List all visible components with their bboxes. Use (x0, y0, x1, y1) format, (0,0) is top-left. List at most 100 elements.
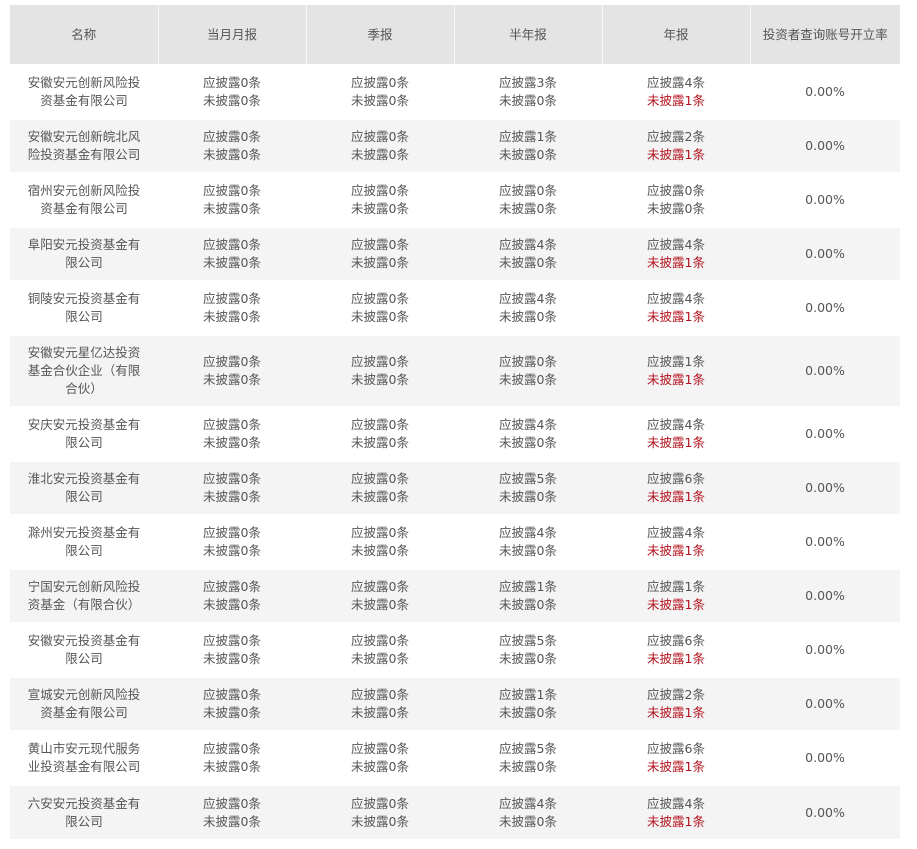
required-disclosure-count: 应披露0条 (203, 579, 261, 594)
monthly-cell: 应披露0条 未披露0条 (158, 118, 306, 173)
annual-cell: 应披露4条 未披露1条 (602, 784, 750, 839)
undisclosed-count: 未披露0条 (203, 309, 261, 324)
monthly-cell: 应披露0条未披露0条 (158, 64, 306, 119)
table-row: 淮北安元投资基金有限公司 应披露0条 未披露0条 应披露0条 未披露0条 应披露5条 未披露… (10, 460, 900, 515)
fund-name-cell: 安庆安元投资基金有限公司 (10, 406, 158, 461)
required-disclosure-count: 应披露6条 (647, 471, 705, 486)
undisclosed-count: 未披露0条 (203, 93, 261, 108)
required-disclosure-count: 应披露0条 (351, 741, 409, 756)
undisclosed-count: 未披露1条 (647, 705, 705, 720)
fund-name-cell: 安徽安元创新风险投资基金有限公司 (10, 64, 158, 119)
required-disclosure-count: 应披露6条 (647, 633, 705, 648)
required-disclosure-count: 应披露4条 (647, 417, 705, 432)
undisclosed-count: 未披露0条 (351, 309, 409, 324)
undisclosed-count: 未披露0条 (203, 759, 261, 774)
undisclosed-count: 未披露0条 (203, 543, 261, 558)
account-rate-cell: 0.00% (750, 730, 900, 785)
required-disclosure-count: 应披露6条 (647, 741, 705, 756)
fund-name-cell: 黄山市安元现代服务业投资基金有限公司 (10, 730, 158, 785)
required-disclosure-count: 应披露2条 (647, 129, 705, 144)
undisclosed-count: 未披露1条 (647, 813, 705, 829)
account-rate-cell: 0.00% (750, 784, 900, 839)
undisclosed-count: 未披露0条 (499, 309, 557, 324)
annual-cell: 应披露4条 未披露1条 (602, 226, 750, 281)
undisclosed-count: 未披露1条 (647, 435, 705, 450)
quarterly-cell: 应披露0条 未披露0条 (306, 118, 454, 173)
undisclosed-count: 未披露0条 (203, 201, 261, 216)
undisclosed-count: 未披露1条 (647, 543, 705, 558)
fund-name-cell: 宁国安元创新风险投资基金（有限合伙） (10, 568, 158, 623)
annual-cell: 应披露6条 未披露1条 (602, 730, 750, 785)
required-disclosure-count: 应披露5条 (499, 471, 557, 486)
annual-cell: 应披露6条 未披露1条 (602, 622, 750, 677)
annual-cell: 应披露4条 未披露1条 (602, 64, 750, 119)
half-year-cell: 应披露4条未披露0条 (454, 226, 602, 281)
table-row: 铜陵安元投资基金有限公司 应披露0条 未披露0条 应披露0条 未披露0条 应披露4条 未披露… (10, 280, 900, 335)
required-disclosure-count: 应披露0条 (351, 471, 409, 486)
fund-name-cell: 滁州安元投资基金有限公司 (10, 514, 158, 569)
required-disclosure-count: 应披露0条 (351, 579, 409, 594)
undisclosed-count: 未披露0条 (647, 201, 705, 216)
header-half-year: 半年报 (454, 5, 603, 65)
undisclosed-count: 未披露0条 (203, 651, 261, 666)
table-row: 安徽安元创新皖北风险投资基金有限公司 应披露0条 未披露0条 应披露0条 未披露0条 应披… (10, 118, 900, 173)
header-quarterly: 季报 (306, 5, 455, 65)
half-year-cell: 应披露1条 未披露0条 (454, 118, 602, 173)
header-annual: 年报 (602, 5, 751, 65)
undisclosed-count: 未披露0条 (351, 543, 409, 558)
half-year-cell: 应披露5条 未披露0条 (454, 460, 602, 515)
undisclosed-count: 未披露0条 (499, 372, 557, 387)
required-disclosure-count: 应披露1条 (647, 354, 705, 369)
required-disclosure-count: 应披露0条 (203, 354, 261, 369)
undisclosed-count: 未披露0条 (351, 147, 409, 162)
required-disclosure-count: 应披露0条 (351, 525, 409, 540)
account-rate-cell: 0.00% (750, 280, 900, 335)
quarterly-cell: 应披露0条 未披露0条 (306, 226, 454, 281)
fund-name-cell: 铜陵安元投资基金有限公司 (10, 280, 158, 335)
monthly-cell: 应披露0条 未披露0条 (158, 334, 306, 407)
required-disclosure-count: 应披露2条 (647, 687, 705, 702)
undisclosed-count: 未披露0条 (351, 372, 409, 387)
required-disclosure-count: 应披露0条 (351, 417, 409, 432)
fund-name-cell: 安徽安元投资基金有限公司 (10, 622, 158, 677)
table-header-row: 名称 当月月报 季报 半年报 年报 投资者查询账号开立率 (10, 5, 900, 65)
undisclosed-count: 未披露0条 (499, 201, 557, 216)
required-disclosure-count: 应披露0条 (203, 795, 261, 811)
undisclosed-count: 未披露0条 (351, 93, 409, 108)
required-disclosure-count: 应披露0条 (499, 354, 557, 369)
monthly-cell: 应披露0条 未披露0条 (158, 622, 306, 677)
monthly-cell: 应披露0条 未披露0条 (158, 568, 306, 623)
required-disclosure-count: 应披露4条 (499, 417, 557, 432)
undisclosed-count: 未披露0条 (351, 597, 409, 612)
disclosure-table: 名称 当月月报 季报 半年报 年报 投资者查询账号开立率 安徽安元创新风险投资基… (10, 5, 900, 839)
required-disclosure-count: 应披露0条 (203, 525, 261, 540)
account-rate-cell: 0.00% (750, 226, 900, 281)
table-row: 六安安元投资基金有限公司 应披露0条 未披露0条 应披露0条 未披露0条 应披露4条 未披露… (10, 784, 900, 839)
quarterly-cell: 应披露0条 未披露0条 (306, 676, 454, 731)
required-disclosure-count: 应披露4条 (499, 237, 557, 252)
undisclosed-count: 未披露0条 (203, 705, 261, 720)
undisclosed-count: 未披露0条 (499, 435, 557, 450)
undisclosed-count: 未披露0条 (499, 93, 557, 108)
annual-cell: 应披露4条 未披露1条 (602, 514, 750, 569)
required-disclosure-count: 应披露0条 (203, 687, 261, 702)
quarterly-cell: 应披露0条未披露0条 (306, 568, 454, 623)
undisclosed-count: 未披露1条 (647, 147, 705, 162)
table-row: 安庆安元投资基金有限公司 应披露0条 未披露0条 应披露0条 未披露0条 应披露4条 未披露… (10, 406, 900, 461)
required-disclosure-count: 应披露0条 (203, 75, 261, 90)
undisclosed-count: 未披露0条 (499, 255, 557, 270)
annual-cell: 应披露4条未披露1条 (602, 406, 750, 461)
required-disclosure-count: 应披露0条 (351, 633, 409, 648)
required-disclosure-count: 应披露0条 (203, 291, 261, 306)
required-disclosure-count: 应披露0条 (351, 354, 409, 369)
account-rate-cell: 0.00% (750, 460, 900, 515)
half-year-cell: 应披露3条 未披露0条 (454, 64, 602, 119)
fund-name-cell: 宿州安元创新风险投资基金有限公司 (10, 172, 158, 227)
monthly-cell: 应披露0条 未披露0条 (158, 784, 306, 839)
required-disclosure-count: 应披露0条 (203, 471, 261, 486)
monthly-cell: 应披露0条 未披露0条 (158, 730, 306, 785)
monthly-cell: 应披露0条未披露0条 (158, 676, 306, 731)
table-row: 安徽安元星亿达投资基金合伙企业（有限合伙） 应披露0条 未披露0条 应披露0条 未披露0… (10, 334, 900, 407)
required-disclosure-count: 应披露0条 (647, 183, 705, 198)
table-row: 宣城安元创新风险投资基金有限公司 应披露0条 未披露0条 应披露0条 未披露0条 应披露1… (10, 676, 900, 731)
